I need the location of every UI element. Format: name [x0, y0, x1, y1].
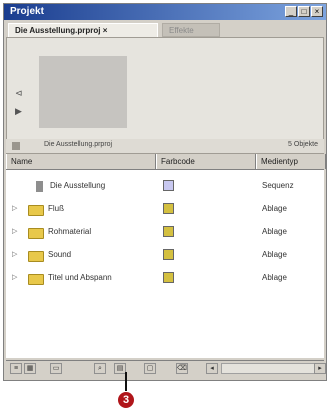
title-bar[interactable]: Projekt _ □ × — [4, 4, 326, 20]
folder-icon — [28, 205, 44, 216]
sequence-icon — [36, 181, 43, 192]
column-media-type[interactable]: Medientyp — [256, 154, 326, 169]
preview-thumbnail — [39, 56, 127, 128]
scroll-right-icon[interactable]: ▸ — [314, 363, 326, 374]
item-name: Rohmaterial — [48, 227, 92, 236]
label-color-swatch[interactable] — [163, 272, 174, 283]
item-name: Sound — [48, 250, 72, 259]
item-media-type: Ablage — [262, 204, 287, 213]
expand-triangle-icon[interactable]: ▷ — [12, 273, 17, 281]
list-item[interactable]: ▷ Rohmaterial Ablage — [6, 222, 324, 242]
label-color-swatch[interactable] — [163, 226, 174, 237]
list-view-icon[interactable]: ≡ — [10, 363, 22, 374]
tab-project[interactable]: Die Ausstellung.prproj × — [8, 23, 158, 37]
tab-effects[interactable]: Effekte — [162, 23, 220, 37]
play-icon[interactable]: ▶ — [15, 106, 22, 117]
callout-badge: 3 — [118, 392, 134, 408]
label-color-swatch[interactable] — [163, 180, 174, 191]
maximize-button[interactable]: □ — [298, 6, 310, 17]
list-item[interactable]: Die Ausstellung Sequenz — [6, 176, 324, 196]
column-label[interactable]: Farbcode — [156, 154, 256, 169]
list-item[interactable]: ▷ Fluß Ablage — [6, 199, 324, 219]
automate-icon[interactable]: ▭ — [50, 363, 62, 374]
item-media-type: Ablage — [262, 273, 287, 282]
item-name: Fluß — [48, 204, 64, 213]
item-name: Die Ausstellung — [50, 181, 106, 190]
close-button[interactable]: × — [311, 6, 323, 17]
find-icon[interactable]: ⌕ — [94, 363, 106, 374]
poster-frame-icon[interactable]: ⊲ — [15, 88, 23, 99]
folder-icon — [28, 274, 44, 285]
scroll-left-icon[interactable]: ◂ — [206, 363, 218, 374]
bin-icon — [12, 142, 20, 150]
column-name[interactable]: Name — [6, 154, 156, 169]
item-list: Die Ausstellung Sequenz ▷ Fluß Ablage ▷ Rohmat… — [6, 170, 324, 358]
folder-icon — [28, 228, 44, 239]
bottom-toolbar: ≡ ▦ ▭ ⌕ ▤ ▢ ⌫ ◂ ▸ — [6, 360, 326, 377]
preview-area: ⊲ ▶ — [6, 37, 324, 141]
expand-triangle-icon[interactable]: ▷ — [12, 227, 17, 235]
item-media-type: Ablage — [262, 227, 287, 236]
list-item[interactable]: ▷ Titel und Abspann Ablage — [6, 268, 324, 288]
project-name: Die Ausstellung.prproj — [44, 141, 113, 148]
delete-icon[interactable]: ⌫ — [176, 363, 188, 374]
new-item-icon[interactable]: ▢ — [144, 363, 156, 374]
item-media-type: Sequenz — [262, 181, 294, 190]
list-item[interactable]: ▷ Sound Ablage — [6, 245, 324, 265]
project-panel: Projekt _ □ × Die Ausstellung.prproj × E… — [3, 3, 327, 381]
label-color-swatch[interactable] — [163, 203, 174, 214]
tab-bar: Die Ausstellung.prproj × Effekte — [6, 23, 324, 37]
folder-icon — [28, 251, 44, 262]
expand-triangle-icon[interactable]: ▷ — [12, 250, 17, 258]
callout-line — [125, 372, 127, 391]
window-title: Projekt — [10, 6, 44, 17]
label-color-swatch[interactable] — [163, 249, 174, 260]
icon-view-icon[interactable]: ▦ — [24, 363, 36, 374]
info-bar: Die Ausstellung.prproj 5 Objekte — [6, 139, 324, 154]
minimize-button[interactable]: _ — [285, 6, 297, 17]
item-media-type: Ablage — [262, 250, 287, 259]
item-name: Titel und Abspann — [48, 273, 112, 282]
item-count: 5 Objekte — [288, 141, 318, 148]
expand-triangle-icon[interactable]: ▷ — [12, 204, 17, 212]
horizontal-scrollbar[interactable] — [221, 363, 316, 374]
column-header: Name Farbcode Medientyp — [6, 154, 326, 170]
